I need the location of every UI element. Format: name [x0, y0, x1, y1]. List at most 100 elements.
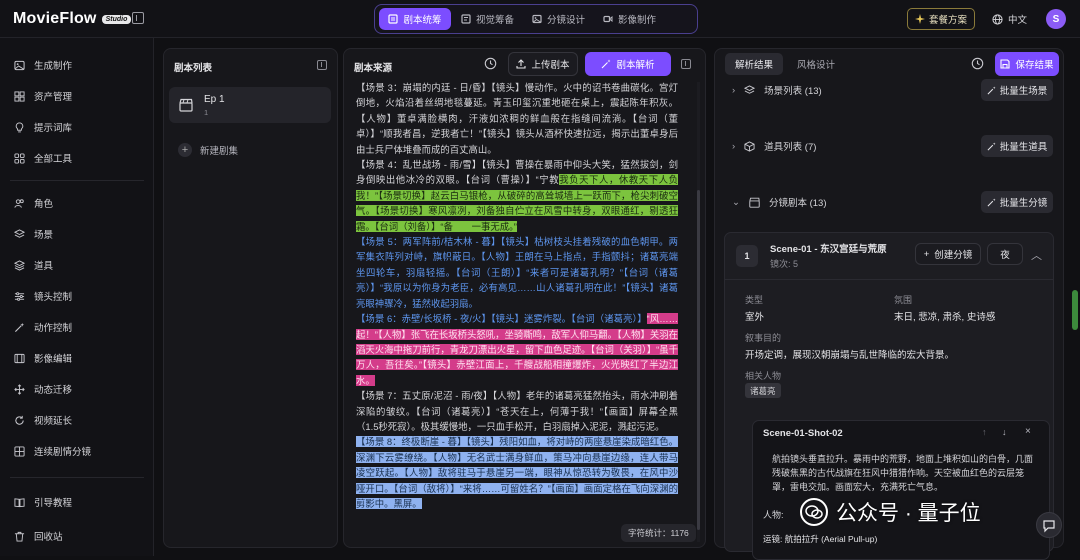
sidebar-item-image-edit[interactable]: 影像编辑 — [14, 350, 72, 366]
collapse-panel-icon[interactable] — [317, 60, 327, 70]
plan-button[interactable]: 套餐方案 — [907, 8, 975, 30]
parse-script-button[interactable]: 剧本解析 — [585, 52, 671, 76]
sidebar-item-trash[interactable]: 回收站 — [14, 528, 63, 544]
refresh-icon — [15, 415, 24, 425]
sidebar-item-label: 引导教程 — [34, 498, 73, 509]
section-label: 分镜剧本 (13) — [768, 198, 827, 209]
script-text[interactable]: 【场景 3：崩塌的内廷 - 日/昏】【镜头】慢动作。火中的诏书卷曲碳化。宫灯倒地… — [350, 80, 688, 520]
sliders-icon — [14, 291, 25, 301]
chevron-up-icon[interactable]: ︿ — [1031, 247, 1042, 263]
scrollbar-thumb[interactable] — [697, 190, 700, 530]
image-icon — [532, 14, 542, 24]
close-icon[interactable]: × — [1025, 426, 1031, 437]
plus-icon: + — [178, 143, 192, 157]
sidebar-item-camera-control[interactable]: 镜头控制 — [14, 288, 72, 304]
atmosphere-label: 氛围 — [894, 295, 913, 305]
script-highlight-blue: 【场景 5：两军阵前/桔木林 - 暮】【镜头】枯树枝头挂着残破的血色朝甲。两军集… — [356, 236, 678, 309]
plus-icon: + — [923, 248, 930, 260]
sidebar-item-label: 回收站 — [34, 532, 63, 543]
stack-icon — [14, 259, 25, 271]
batch-scene-button[interactable]: 批量生场景 — [981, 79, 1053, 101]
arrow-up-icon[interactable]: ↑ — [982, 427, 987, 437]
sidebar-item-characters[interactable]: 角色 — [14, 195, 53, 211]
clapperboard-icon — [749, 197, 760, 208]
language-switch[interactable]: 中文 — [992, 12, 1027, 26]
parse-label: 剧本解析 — [616, 60, 655, 71]
wechat-logo-icon — [800, 498, 828, 526]
scene-number: 1 — [736, 245, 758, 267]
sidebar-item-video-extend[interactable]: 视频延长 — [14, 412, 72, 428]
tab-production[interactable]: 影像制作 — [595, 8, 664, 30]
section-label: 道具列表 (7) — [764, 142, 817, 153]
batch-prop-button[interactable]: 批量生道具 — [981, 135, 1053, 157]
batch-storyboard-button[interactable]: 批量生分镜 — [981, 191, 1053, 213]
night-button[interactable]: 夜 — [987, 243, 1023, 265]
history-icon[interactable] — [971, 57, 984, 70]
save-icon — [1000, 59, 1011, 69]
sparkle-icon — [914, 14, 925, 24]
film-icon — [14, 353, 25, 363]
script-icon — [388, 14, 399, 24]
sidebar-item-assets[interactable]: 资产管理 — [14, 88, 72, 104]
magic-wand-icon — [987, 141, 996, 150]
sidebar-item-generate[interactable]: 生成制作 — [14, 57, 72, 73]
sidebar-item-tutorial[interactable]: 引导教程 — [14, 494, 72, 510]
users-icon — [14, 198, 24, 208]
chat-bubble-icon — [1043, 520, 1055, 533]
sidebar-item-label: 镜头控制 — [34, 292, 73, 303]
sidebar-item-label: 动作控制 — [34, 323, 73, 334]
sidebar-item-motion-transfer[interactable]: 动态迁移 — [14, 381, 72, 397]
section-prop-list[interactable]: › 道具列表 (7) — [732, 137, 816, 155]
sidebar-item-prompts[interactable]: 提示词库 — [14, 119, 72, 135]
section-storyboard[interactable]: ⌄ 分镜剧本 (13) — [732, 193, 827, 211]
people-label: 相关人物 — [745, 371, 782, 381]
sidebar-item-label: 提示词库 — [34, 123, 73, 134]
chevron-down-icon: ⌄ — [732, 196, 740, 208]
sidebar-item-motion-control[interactable]: 动作控制 — [14, 319, 72, 335]
sidebar-item-label: 影像编辑 — [34, 354, 73, 365]
collapse-panel-icon[interactable] — [681, 59, 691, 69]
book-icon — [14, 497, 25, 507]
app-badge: Studio — [101, 14, 132, 24]
episode-number: 1 — [204, 108, 209, 117]
sidebar-item-continuous-storyboard[interactable]: 连续剧情分镜 — [14, 443, 91, 459]
script-paragraph: 【场景 6：赤壁/长坂桥 - 夜/火】【镜头】迷雾炸裂。【台词（诸葛亮）】 — [356, 313, 647, 325]
shot-title: Scene-01-Shot-02 — [763, 428, 843, 439]
section-scene-list[interactable]: › 场景列表 (13) — [732, 81, 822, 99]
sidebar-item-scenes[interactable]: 场景 — [14, 226, 53, 242]
clapperboard-icon — [179, 98, 193, 112]
type-value: 室外 — [745, 312, 765, 323]
save-result-button[interactable]: 保存结果 — [995, 52, 1059, 76]
sidebar-toggle-icon[interactable] — [132, 12, 144, 24]
tab-storyboard[interactable]: 分镜设计 — [524, 8, 593, 30]
tab-storyboard-label: 分镜设计 — [547, 15, 586, 26]
episode-card[interactable]: Ep 1 1 — [169, 87, 331, 123]
tab-script[interactable]: 剧本统筹 — [379, 8, 451, 30]
character-tag[interactable]: 诸葛亮 — [745, 383, 781, 398]
new-episode-button[interactable]: + 新建剧集 — [178, 143, 238, 157]
move-icon — [14, 383, 25, 395]
sidebar-item-props[interactable]: 道具 — [14, 257, 53, 273]
cube-icon — [744, 140, 755, 152]
tab-visual-label: 视觉筹备 — [476, 15, 515, 26]
purpose-value: 开场定调，展现汉朝崩塌与乱世降临的宏大背景。 — [745, 350, 955, 361]
folder-icon — [14, 90, 25, 102]
panel-title: 剧本列表 — [174, 63, 213, 74]
sidebar-item-label: 全部工具 — [34, 154, 73, 165]
history-icon[interactable] — [484, 57, 497, 70]
sidebar-item-label: 场景 — [34, 230, 54, 241]
upload-script-button[interactable]: 上传剧本 — [508, 52, 578, 76]
chat-button[interactable] — [1036, 512, 1062, 538]
app-logo[interactable]: MovieFlow Studio — [13, 10, 132, 28]
arrow-down-icon[interactable]: ↓ — [1002, 427, 1007, 437]
tab-analysis-result[interactable]: 解析结果 — [725, 53, 784, 75]
tab-style-design[interactable]: 风格设计 — [787, 53, 845, 75]
app-name: MovieFlow — [13, 10, 97, 27]
sidebar-item-tools[interactable]: 全部工具 — [14, 150, 72, 166]
create-storyboard-button[interactable]: + 创建分镜 — [915, 243, 981, 265]
scrollbar-thumb[interactable] — [1072, 290, 1078, 330]
analysis-tabs: 解析结果 风格设计 — [725, 52, 845, 76]
save-label: 保存结果 — [1015, 60, 1054, 71]
avatar[interactable]: S — [1046, 9, 1066, 29]
tab-visual[interactable]: 视觉筹备 — [453, 8, 522, 30]
